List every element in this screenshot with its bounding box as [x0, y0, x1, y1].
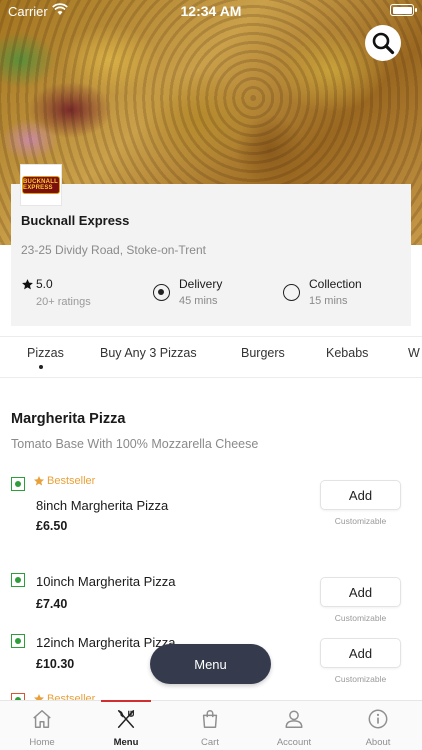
section-title: Margherita Pizza [11, 411, 126, 427]
bottom-nav: Home Menu Cart Account About [0, 700, 422, 750]
tab-burgers[interactable]: Burgers [241, 346, 285, 360]
collection-label: Collection [309, 277, 362, 291]
restaurant-name: Bucknall Express [21, 213, 130, 228]
nav-home-label: Home [29, 737, 55, 748]
nav-account[interactable]: Account [252, 701, 336, 750]
rating-count: 20+ ratings [36, 296, 91, 308]
nav-account-label: Account [276, 737, 312, 748]
bag-icon [202, 710, 218, 728]
battery-icon [390, 4, 417, 16]
search-icon [372, 32, 395, 55]
restaurant-logo: BUCKNALL EXPRESS [20, 164, 62, 206]
item-name: 8inch Margherita Pizza [36, 498, 169, 513]
veg-icon [11, 477, 25, 491]
category-tabs: Pizzas Buy Any 3 Pizzas Burgers Kebabs W [0, 336, 422, 378]
nav-home[interactable]: Home [0, 701, 84, 750]
fork-knife-icon [117, 710, 135, 728]
customizable-note: Customizable [334, 613, 387, 623]
section-description: Tomato Base With 100% Mozzarella Cheese [11, 437, 259, 451]
delivery-label: Delivery [179, 277, 223, 291]
add-button[interactable]: Add [320, 577, 401, 607]
search-button[interactable] [365, 25, 401, 61]
floating-menu-button[interactable]: Menu [150, 644, 271, 684]
nav-about-label: About [365, 737, 391, 748]
bestseller-badge: Bestseller [33, 475, 95, 487]
status-time: 12:34 AM [180, 3, 242, 19]
nav-menu-label: Menu [113, 737, 139, 748]
nav-menu[interactable]: Menu [84, 700, 168, 750]
star-icon [34, 476, 44, 486]
veg-icon [11, 634, 25, 648]
item-name: 12inch Margherita Pizza [36, 635, 176, 650]
tab-buy-any-3-pizzas[interactable]: Buy Any 3 Pizzas [100, 346, 197, 360]
nav-about[interactable]: About [336, 701, 420, 750]
item-price: £7.40 [36, 597, 68, 611]
status-bar: Carrier 12:34 AM [0, 0, 422, 22]
tab-pizzas[interactable]: Pizzas [27, 346, 64, 360]
item-price: £10.30 [36, 657, 75, 671]
veg-icon [11, 573, 25, 587]
active-tab-indicator [39, 365, 43, 369]
tab-kebabs[interactable]: Kebabs [326, 346, 368, 360]
logo-text: BUCKNALL EXPRESS [23, 179, 58, 191]
item-price: £6.50 [36, 519, 68, 533]
nav-cart[interactable]: Cart [168, 701, 252, 750]
item-name: 10inch Margherita Pizza [36, 574, 176, 589]
add-button[interactable]: Add [320, 480, 401, 510]
restaurant-info-card: BUCKNALL EXPRESS Bucknall Express 23-25 … [11, 164, 411, 326]
customizable-note: Customizable [334, 516, 387, 526]
info-icon [368, 709, 388, 729]
bestseller-label: Bestseller [47, 475, 96, 487]
add-button[interactable]: Add [320, 638, 401, 668]
user-icon [285, 710, 303, 728]
nav-cart-label: Cart [201, 737, 219, 748]
tab-partial[interactable]: W [408, 346, 420, 360]
star-icon [22, 278, 33, 289]
collection-radio[interactable] [283, 284, 300, 301]
delivery-time: 45 mins [179, 295, 218, 307]
rating-value: 5.0 [36, 277, 53, 291]
home-icon [33, 710, 51, 728]
rating: 5.0 [21, 277, 53, 291]
delivery-radio[interactable] [153, 284, 170, 301]
restaurant-address: 23-25 Dividy Road, Stoke-on-Trent [21, 243, 206, 257]
collection-time: 15 mins [309, 295, 348, 307]
customizable-note: Customizable [334, 674, 387, 684]
